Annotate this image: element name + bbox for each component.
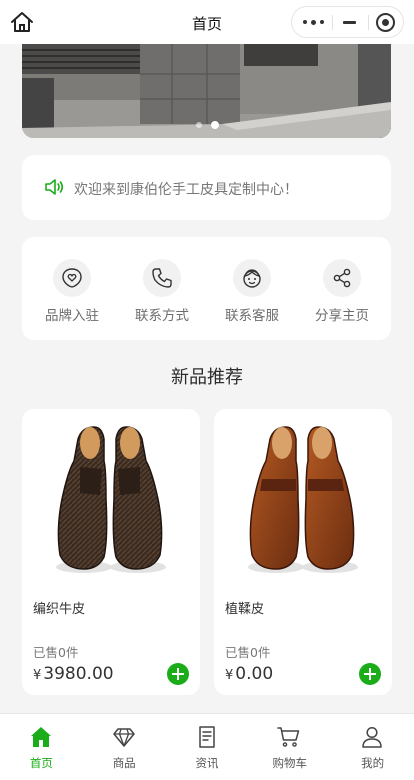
navigation-bar: 首页 <box>0 0 414 44</box>
notice-bar[interactable]: 欢迎来到康伯伦手工皮具定制中心！ <box>22 155 391 220</box>
add-to-cart-button[interactable] <box>167 663 189 685</box>
product-name[interactable]: 植鞣皮 <box>225 598 264 617</box>
product-image[interactable] <box>214 409 392 587</box>
product-price: ¥3980.00 <box>33 664 114 684</box>
product-card[interactable]: 编织牛皮 已售0件 ¥3980.00 <box>22 409 200 695</box>
tab-profile[interactable]: 我的 <box>331 714 414 780</box>
carousel-dot-active[interactable] <box>211 121 219 129</box>
heart-badge-icon <box>62 268 82 288</box>
minimize-button[interactable] <box>343 21 356 24</box>
product-name[interactable]: 编织牛皮 <box>33 598 85 617</box>
user-icon <box>362 726 382 748</box>
action-share[interactable]: 分享主页 <box>302 259 382 329</box>
quick-actions: 品牌入驻 联系方式 联系客服 分享主页 <box>22 237 391 340</box>
document-icon <box>198 726 215 748</box>
tab-cart[interactable]: 购物车 <box>248 714 331 780</box>
tab-products[interactable]: 商品 <box>83 714 166 780</box>
add-to-cart-button[interactable] <box>359 663 381 685</box>
speaker-icon <box>45 179 64 195</box>
product-sold-count: 已售0件 <box>33 645 79 660</box>
product-image[interactable] <box>22 409 200 587</box>
home-icon <box>31 727 51 747</box>
tab-bar: 首页 商品 资讯 购物车 我的 <box>0 713 414 780</box>
more-menu-button[interactable] <box>303 7 329 37</box>
cart-icon <box>277 727 300 747</box>
product-card[interactable]: 植鞣皮 已售0件 ¥0.00 <box>214 409 392 695</box>
diamond-icon <box>113 728 135 747</box>
banner-carousel[interactable] <box>22 44 391 138</box>
tab-news[interactable]: 资讯 <box>166 714 249 780</box>
action-customer-service[interactable]: 联系客服 <box>212 259 292 329</box>
action-brand-join[interactable]: 品牌入驻 <box>32 259 112 329</box>
mini-program-capsule <box>291 6 404 38</box>
tab-home[interactable]: 首页 <box>0 714 83 780</box>
notice-text: 欢迎来到康伯伦手工皮具定制中心！ <box>74 182 298 198</box>
share-icon <box>333 268 351 288</box>
banner-image <box>22 44 391 138</box>
product-price: ¥0.00 <box>225 664 274 684</box>
product-sold-count: 已售0件 <box>225 645 271 660</box>
carousel-dot[interactable] <box>196 122 202 128</box>
phone-icon <box>152 268 172 288</box>
customer-service-icon <box>243 269 261 288</box>
action-contact[interactable]: 联系方式 <box>122 259 202 329</box>
close-mini-program-button[interactable] <box>376 13 395 32</box>
section-title: 新品推荐 <box>171 367 243 388</box>
